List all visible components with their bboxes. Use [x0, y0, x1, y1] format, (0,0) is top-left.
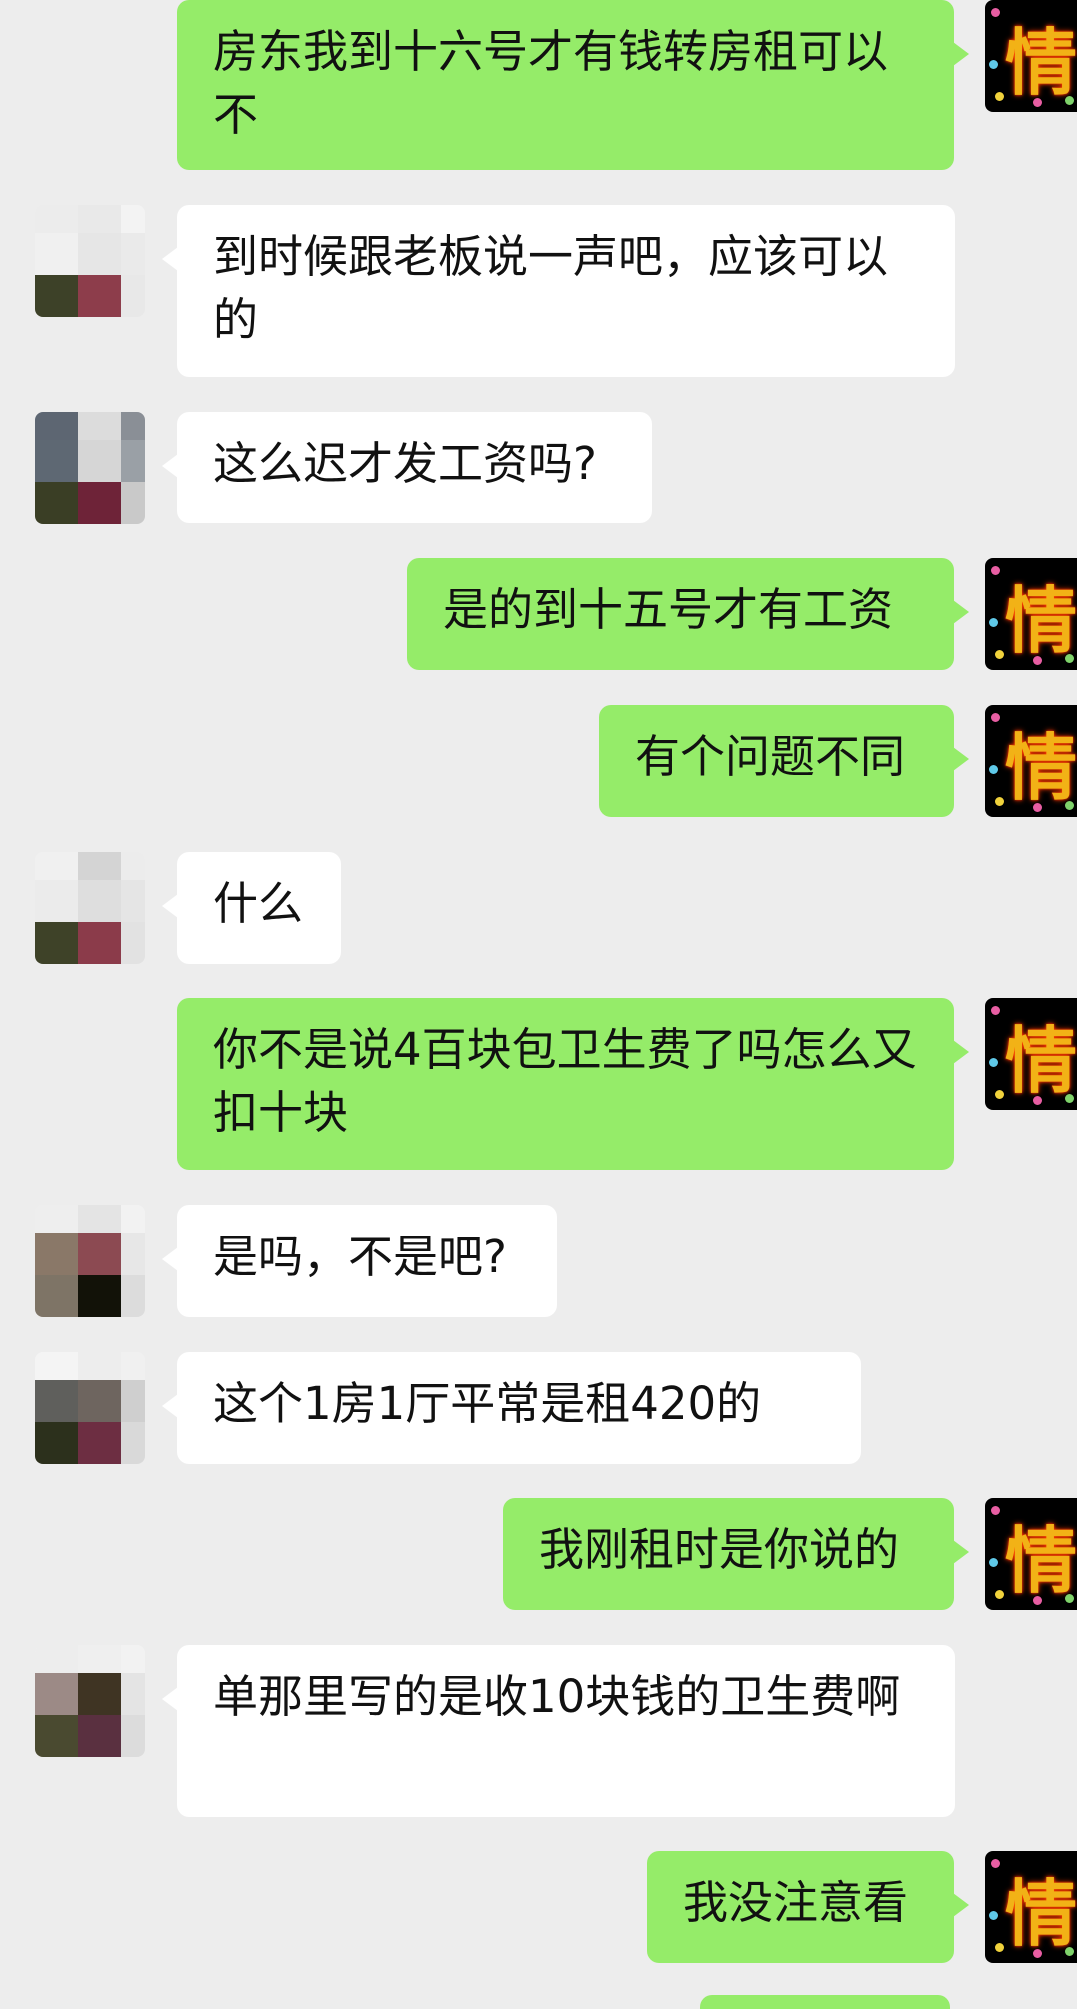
flower-decoration-icon [1033, 1949, 1042, 1958]
message-text: 单那里写的是收10块钱的卫生费啊 [213, 1670, 901, 1723]
flower-decoration-icon [991, 1859, 1000, 1868]
message-bubble-incoming[interactable]: 是吗，不是吧? [162, 1205, 557, 1317]
flower-decoration-icon [1033, 1096, 1042, 1105]
flower-decoration-icon [1065, 1947, 1074, 1956]
contact-avatar[interactable] [35, 852, 145, 964]
message-bubble-outgoing[interactable]: 我没注意看 [647, 1851, 969, 1963]
self-avatar[interactable]: 情 [985, 0, 1077, 112]
message-bubble-incoming[interactable]: 单那里写的是收10块钱的卫生费啊 [162, 1645, 955, 1817]
message-text: 房东我到十六号才有钱转房租可以不 [213, 25, 889, 141]
flower-decoration-icon [989, 1058, 998, 1067]
message-bubble-outgoing[interactable]: 你不是说4百块包卫生费了吗怎么又扣十块 [177, 998, 969, 1170]
flower-decoration-icon [1065, 1594, 1074, 1603]
flower-decoration-icon [995, 92, 1004, 101]
flower-decoration-icon [991, 713, 1000, 722]
self-avatar-char: 情 [1005, 578, 1077, 663]
self-avatar-char: 情 [1005, 725, 1077, 810]
flower-decoration-icon [991, 8, 1000, 17]
message-text: 到时候跟老板说一声吧，应该可以的 [213, 230, 889, 346]
message-text: 是吗，不是吧? [213, 1230, 507, 1283]
message-bubble-outgoing-partial[interactable] [700, 1995, 950, 2009]
self-avatar-char: 情 [1005, 1871, 1077, 1956]
flower-decoration-icon [1033, 803, 1042, 812]
flower-decoration-icon [989, 618, 998, 627]
contact-avatar[interactable] [35, 205, 145, 317]
flower-decoration-icon [991, 1506, 1000, 1515]
self-avatar[interactable]: 情 [985, 558, 1077, 670]
flower-decoration-icon [995, 1943, 1004, 1952]
flower-decoration-icon [991, 1006, 1000, 1015]
flower-decoration-icon [991, 566, 1000, 575]
flower-decoration-icon [1065, 96, 1074, 105]
self-avatar-char: 情 [1005, 1018, 1077, 1103]
contact-avatar[interactable] [35, 1645, 145, 1757]
flower-decoration-icon [1065, 801, 1074, 810]
self-avatar[interactable]: 情 [985, 1851, 1077, 1963]
message-bubble-incoming[interactable]: 到时候跟老板说一声吧，应该可以的 [162, 205, 955, 377]
flower-decoration-icon [1065, 1094, 1074, 1103]
flower-decoration-icon [995, 650, 1004, 659]
message-bubble-outgoing[interactable]: 是的到十五号才有工资 [407, 558, 969, 670]
message-text: 是的到十五号才有工资 [443, 583, 894, 636]
message-text: 这个1房1厅平常是租420的 [213, 1377, 762, 1430]
self-avatar[interactable]: 情 [985, 998, 1077, 1110]
self-avatar[interactable]: 情 [985, 1498, 1077, 1610]
message-bubble-incoming[interactable]: 这么迟才发工资吗? [162, 412, 652, 523]
contact-avatar[interactable] [35, 1205, 145, 1317]
flower-decoration-icon [989, 1911, 998, 1920]
self-avatar-char: 情 [1005, 20, 1077, 105]
message-text: 你不是说4百块包卫生费了吗怎么又扣十块 [213, 1023, 917, 1139]
chat-message-list[interactable]: 房东我到十六号才有钱转房租可以不 情 到时候跟老板说一声吧，应该可以的 这么迟才… [0, 0, 1077, 2009]
flower-decoration-icon [989, 765, 998, 774]
flower-decoration-icon [989, 60, 998, 69]
flower-decoration-icon [995, 797, 1004, 806]
message-bubble-incoming[interactable]: 这个1房1厅平常是租420的 [162, 1352, 861, 1464]
message-bubble-outgoing[interactable]: 房东我到十六号才有钱转房租可以不 [177, 0, 969, 170]
message-text: 我刚租时是你说的 [539, 1523, 900, 1576]
self-avatar[interactable]: 情 [985, 705, 1077, 817]
flower-decoration-icon [1033, 1596, 1042, 1605]
contact-avatar[interactable] [35, 412, 145, 524]
flower-decoration-icon [1033, 656, 1042, 665]
flower-decoration-icon [1033, 98, 1042, 107]
message-text: 这么迟才发工资吗? [213, 437, 597, 490]
flower-decoration-icon [995, 1590, 1004, 1599]
flower-decoration-icon [995, 1090, 1004, 1099]
message-bubble-outgoing[interactable]: 有个问题不同 [599, 705, 969, 817]
contact-avatar[interactable] [35, 1352, 145, 1464]
message-text: 有个问题不同 [635, 730, 906, 783]
message-text: 我没注意看 [683, 1876, 909, 1929]
self-avatar-char: 情 [1005, 1518, 1077, 1603]
message-text: 什么 [213, 877, 304, 930]
flower-decoration-icon [989, 1558, 998, 1567]
message-bubble-outgoing[interactable]: 我刚租时是你说的 [503, 1498, 969, 1610]
message-bubble-incoming[interactable]: 什么 [162, 852, 341, 964]
flower-decoration-icon [1065, 654, 1074, 663]
